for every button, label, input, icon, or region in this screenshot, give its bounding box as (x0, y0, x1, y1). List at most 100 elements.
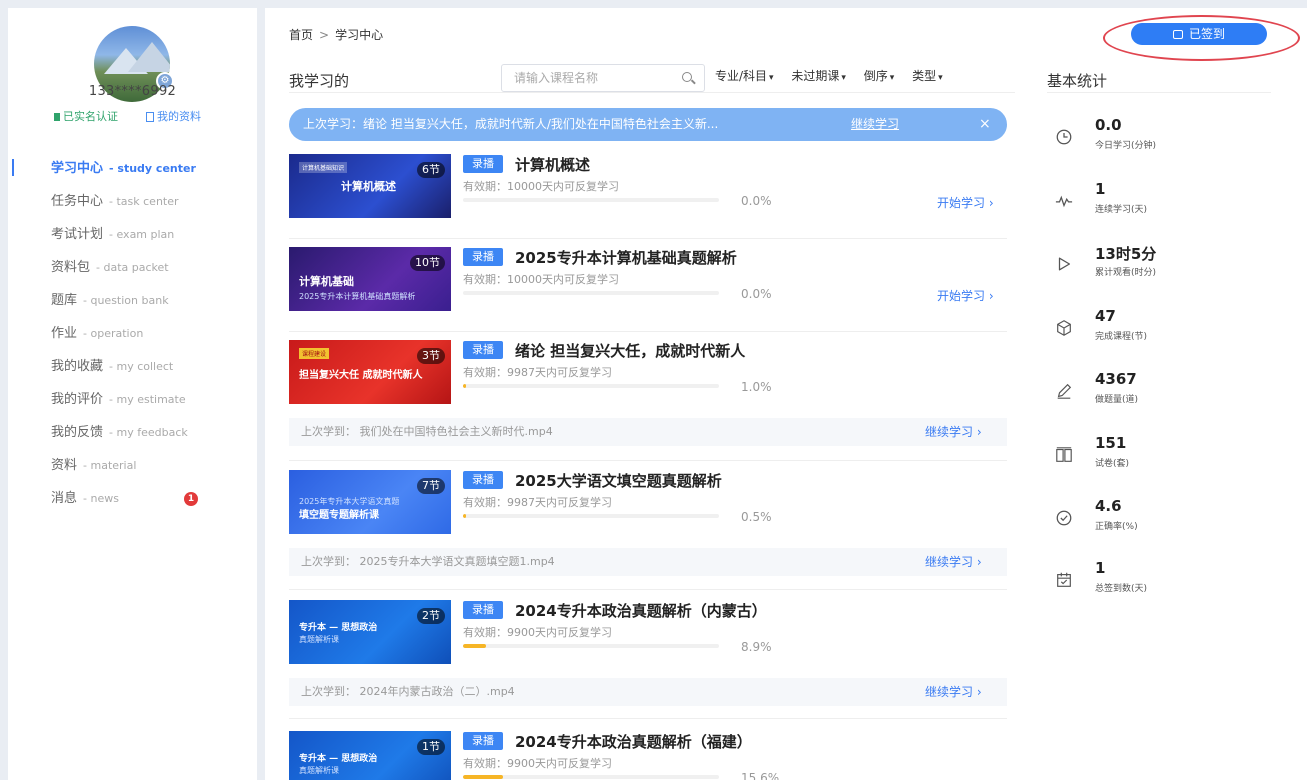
sidebar: ⚙ 133****6992 已实名认证 我的资料 学习中心 - study cen… (8, 8, 257, 780)
sidebar-item-study-center[interactable]: 学习中心 - study center (8, 152, 257, 185)
filter-unexpired-dropdown[interactable]: 未过期课 ▾ (791, 69, 846, 83)
flag-icon (54, 113, 60, 121)
profile-link[interactable]: 我的资料 (146, 108, 201, 124)
lesson-count-badge: 1节 (417, 739, 445, 755)
search-input[interactable] (502, 65, 662, 91)
course-title[interactable]: 绪论 担当复兴大任，成就时代新人 (515, 340, 745, 361)
filter-bar: 专业/科目 ▾ 未过期课 ▾ 倒序 ▾ 类型 ▾ (715, 67, 957, 84)
sign-in-button[interactable]: 已签到 (1131, 23, 1267, 45)
nav-label: 我的评价 (51, 392, 104, 407)
filter-order-dropdown[interactable]: 倒序 ▾ (864, 69, 895, 83)
divider (289, 92, 1015, 93)
verified-label: 已实名认证 (63, 110, 118, 123)
course-title[interactable]: 计算机概述 (515, 154, 590, 175)
stat-value: 0.0 (1095, 116, 1122, 134)
breadcrumb-separator: > (319, 28, 330, 42)
breadcrumb-home[interactable]: 首页 (289, 28, 313, 42)
thumb-title: 专升本 — 思想政治 (299, 623, 378, 633)
course-title[interactable]: 2025专升本计算机基础真题解析 (515, 247, 737, 268)
course-type-tag: 录播 (463, 732, 503, 750)
verified-link[interactable]: 已实名认证 (54, 108, 118, 124)
check-circle-icon (1056, 510, 1072, 526)
banner-text: 上次学习：绪论 担当复兴大任，成就时代新人/我们处在中国特色社会主义新... (303, 117, 719, 131)
last-watched-text: 上次学到： 我们处在中国特色社会主义新时代.mp4 (301, 425, 553, 438)
progress-fill (463, 514, 466, 518)
sidebar-item-my-feedback[interactable]: 我的反馈 - my feedback (8, 416, 257, 449)
book-icon (1056, 447, 1072, 462)
filter-label: 未过期课 (791, 69, 840, 83)
thumb-subtitle: 2025专升本计算机基础真题解析 (299, 292, 416, 301)
start-learning-link[interactable]: 开始学习 › (937, 287, 994, 304)
thumb-title: 专升本 — 思想政治 (299, 754, 378, 764)
caret-down-icon: ▾ (769, 73, 774, 83)
stat-accuracy: 4.6 正确率(%) (1047, 493, 1271, 543)
progress-percent: 0.5% (741, 510, 772, 524)
continue-learning-link[interactable]: 继续学习 › (925, 548, 982, 576)
course-thumbnail[interactable]: 2025年专升本大学语文真题 填空题专题解析课 7节 (289, 470, 451, 534)
course-validity: 有效期：10000天内可反复学习 (463, 180, 619, 193)
banner-continue-link[interactable]: 继续学习 (851, 108, 899, 141)
filter-type-dropdown[interactable]: 类型 ▾ (912, 69, 943, 83)
progress-percent: 0.0% (741, 194, 772, 208)
progress-fill (463, 644, 486, 648)
sidebar-item-data-packet[interactable]: 资料包 - data packet (8, 251, 257, 284)
cube-icon (1057, 320, 1071, 336)
sidebar-item-my-estimate[interactable]: 我的评价 - my estimate (8, 383, 257, 416)
course-title[interactable]: 2024专升本政治真题解析（内蒙古） (515, 600, 767, 621)
sidebar-item-task-center[interactable]: 任务中心 - task center (8, 185, 257, 218)
nav-label: 学习中心 (51, 161, 104, 176)
filter-subject-dropdown[interactable]: 专业/科目 ▾ (715, 69, 774, 83)
stats-title: 基本统计 (1047, 72, 1108, 90)
stat-checkins: 1 总签到数(天) (1047, 555, 1271, 605)
nav-label: 资料 (51, 458, 78, 473)
nav-label: 考试计划 (51, 227, 104, 242)
stat-value: 1 (1095, 559, 1106, 577)
last-watched-row[interactable]: 上次学到： 我们处在中国特色社会主义新时代.mp4 继续学习 › (289, 418, 1007, 446)
search-icon[interactable] (682, 72, 692, 82)
breadcrumb-current: 学习中心 (335, 28, 384, 42)
stat-label: 总签到数(天) (1095, 584, 1148, 594)
course-title[interactable]: 2025大学语文填空题真题解析 (515, 470, 722, 491)
thumb-tag: 计算机基础知识 (299, 162, 348, 173)
lesson-count-badge: 7节 (417, 478, 445, 494)
stat-streak-days: 1 连续学习(天) (1047, 176, 1271, 226)
start-learning-link[interactable]: 开始学习 › (937, 194, 994, 211)
sidebar-item-material[interactable]: 资料 - material (8, 449, 257, 482)
stat-value: 47 (1095, 307, 1116, 325)
nav-label: 我的收藏 (51, 359, 104, 374)
close-icon[interactable]: × (979, 108, 991, 141)
course-title[interactable]: 2024专升本政治真题解析（福建） (515, 731, 752, 752)
lesson-count-badge: 10节 (410, 255, 445, 271)
thumb-title: 计算机基础 (299, 275, 354, 288)
course-validity: 有效期：9900天内可反复学习 (463, 757, 612, 770)
thumb-title: 填空题专题解析课 (299, 510, 379, 521)
progress-bar (463, 775, 719, 779)
course-thumbnail[interactable]: 专升本 — 思想政治 真题解析课 2节 (289, 600, 451, 664)
sidebar-item-operation[interactable]: 作业 - operation (8, 317, 257, 350)
stat-label: 连续学习(天) (1095, 205, 1148, 215)
course-type-tag: 录播 (463, 341, 503, 359)
stat-value: 4.6 (1095, 497, 1122, 515)
caret-down-icon: ▾ (841, 73, 846, 83)
course-thumbnail[interactable]: 计算机基础 2025专升本计算机基础真题解析 10节 (289, 247, 451, 311)
divider (289, 331, 1007, 332)
course-thumbnail[interactable]: 计算机基础知识 计算机概述 6节 (289, 154, 451, 218)
sidebar-item-news[interactable]: 消息 - news 1 (8, 482, 257, 515)
sidebar-item-exam-plan[interactable]: 考试计划 - exam plan (8, 218, 257, 251)
last-watched-row[interactable]: 上次学到： 2025专升本大学语文真题填空题1.mp4 继续学习 › (289, 548, 1007, 576)
course-thumbnail[interactable]: 课程建设 担当复兴大任 成就时代新人 3节 (289, 340, 451, 404)
sidebar-item-my-collect[interactable]: 我的收藏 - my collect (8, 350, 257, 383)
continue-learning-link[interactable]: 继续学习 › (925, 678, 982, 706)
progress-fill (463, 384, 466, 388)
course-thumbnail[interactable]: 专升本 — 思想政治 真题解析课 1节 (289, 731, 451, 780)
document-icon (146, 112, 154, 122)
filter-label: 专业/科目 (715, 69, 768, 83)
sidebar-nav: 学习中心 - study center 任务中心 - task center 考试计… (8, 152, 257, 515)
clock-icon (1056, 129, 1072, 145)
continue-learning-link[interactable]: 继续学习 › (925, 418, 982, 446)
stat-value: 13时5分 (1095, 245, 1157, 263)
last-watched-row[interactable]: 上次学到： 2024年内蒙古政治（二）.mp4 继续学习 › (289, 678, 1007, 706)
nav-label-en: - my feedback (109, 426, 188, 439)
sidebar-item-question-bank[interactable]: 题库 - question bank (8, 284, 257, 317)
pulse-icon (1055, 195, 1073, 208)
